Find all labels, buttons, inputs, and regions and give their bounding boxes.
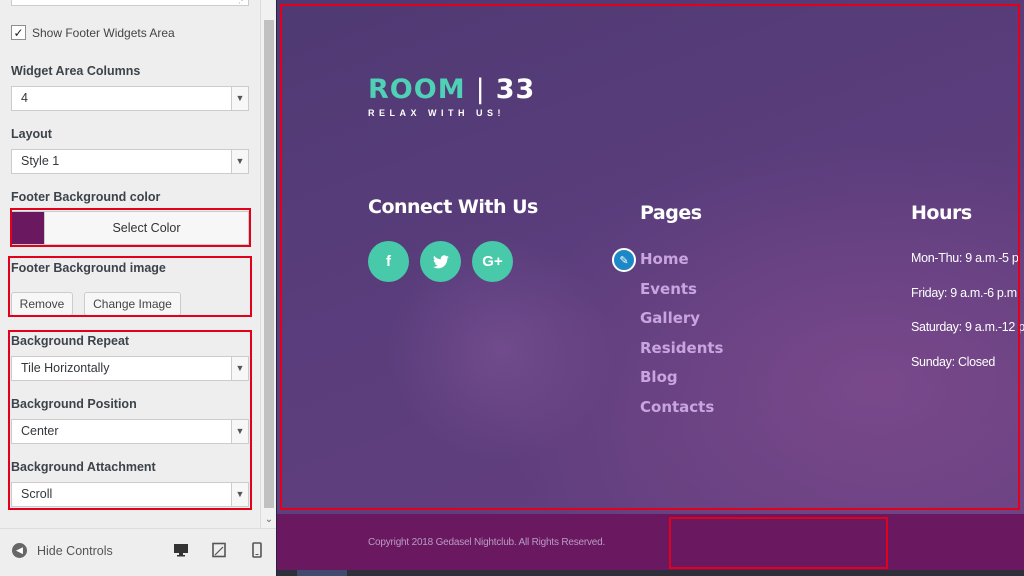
select-color-button[interactable]: Select Color (44, 212, 248, 244)
edit-pencil-icon[interactable]: ✎ (612, 248, 636, 272)
hours-item: Sunday: Closed (911, 354, 996, 369)
twitter-icon[interactable] (420, 241, 461, 282)
change-image-button[interactable]: Change Image (84, 292, 181, 316)
show-footer-widgets-label: Show Footer Widgets Area (32, 25, 175, 40)
chevron-down-icon[interactable]: ▼ (231, 357, 248, 380)
chevron-down-icon[interactable]: ▼ (231, 150, 248, 173)
color-swatch[interactable] (12, 212, 44, 244)
strip-tab (297, 570, 347, 576)
pages-menu: Home Events Gallery Residents Blog Conta… (640, 248, 723, 426)
mobile-preview-icon[interactable] (249, 542, 265, 558)
logo-number-text: 33 (495, 74, 536, 105)
tablet-preview-icon[interactable] (211, 542, 227, 558)
bg-repeat-value: Tile Horizontally (21, 361, 110, 375)
remove-image-button[interactable]: Remove (11, 292, 73, 316)
logo-separator: | (475, 74, 486, 105)
facebook-icon[interactable]: f (368, 241, 409, 282)
widget-columns-select[interactable]: 4 ▼ (11, 86, 249, 111)
collapse-arrow-icon: ◀ (12, 543, 27, 558)
scroll-down-arrow-icon[interactable]: ⌄ (264, 514, 274, 526)
layout-label: Layout (11, 127, 52, 141)
page-link-events[interactable]: Events (640, 278, 723, 308)
widget-columns-label: Widget Area Columns (11, 64, 141, 78)
bg-attachment-label: Background Attachment (11, 460, 156, 474)
bg-repeat-select[interactable]: Tile Horizontally ▼ (11, 356, 249, 381)
show-footer-widgets-checkbox[interactable]: ✓ (11, 25, 26, 40)
page-link-residents[interactable]: Residents (640, 337, 723, 367)
site-logo[interactable]: ROOM | 33 RELAX WITH US! (368, 74, 535, 118)
hours-item: Saturday: 9 a.m.-12 p (911, 320, 1024, 334)
hours-item: Mon-Thu: 9 a.m.-5 p (911, 251, 1019, 265)
pages-title: Pages (640, 202, 702, 224)
social-links: f G+ (368, 241, 513, 282)
bottom-strip (277, 570, 1024, 576)
hours-title: Hours (911, 202, 972, 224)
footer-bg-image-label: Footer Background image (11, 261, 166, 275)
scroll-thumb[interactable] (264, 20, 274, 508)
customizer-sidebar: ⋰ ✓ Show Footer Widgets Area Widget Area… (0, 0, 276, 576)
logo-tagline: RELAX WITH US! (368, 108, 505, 118)
show-footer-widgets-row[interactable]: ✓ Show Footer Widgets Area (11, 25, 175, 40)
bg-repeat-label: Background Repeat (11, 334, 130, 348)
layout-value: Style 1 (21, 154, 60, 168)
hide-controls-button[interactable]: ◀ Hide Controls (12, 543, 113, 558)
google-plus-icon[interactable]: G+ (472, 241, 513, 282)
logo-room-text: ROOM (368, 74, 466, 105)
chevron-down-icon[interactable]: ▼ (231, 87, 248, 110)
footer-bg-color-label: Footer Background color (11, 190, 161, 204)
widget-columns-value: 4 (21, 91, 28, 105)
connect-title: Connect With Us (368, 196, 538, 218)
footer-widgets-area: ROOM | 33 RELAX WITH US! Connect With Us… (277, 0, 1024, 514)
desktop-preview-icon[interactable] (173, 542, 189, 558)
chevron-down-icon[interactable]: ▼ (231, 483, 248, 506)
layout-select[interactable]: Style 1 ▼ (11, 149, 249, 174)
site-preview: ROOM | 33 RELAX WITH US! Connect With Us… (277, 0, 1024, 576)
chevron-down-icon[interactable]: ▼ (231, 420, 248, 443)
page-link-blog[interactable]: Blog (640, 366, 723, 396)
customizer-panel: ⋰ ✓ Show Footer Widgets Area Widget Area… (0, 0, 260, 528)
footer-bg-color-picker[interactable]: Select Color (11, 211, 249, 245)
page-link-gallery[interactable]: Gallery (640, 307, 723, 337)
bg-position-value: Center (21, 424, 59, 438)
resize-handle-icon[interactable]: ⋰ (238, 0, 246, 5)
bg-attachment-select[interactable]: Scroll ▼ (11, 482, 249, 507)
bg-position-label: Background Position (11, 397, 137, 411)
sidebar-scrollbar[interactable]: ⌄ (260, 0, 276, 528)
customizer-footer-bar: ◀ Hide Controls (0, 528, 276, 576)
hide-controls-label: Hide Controls (37, 543, 113, 558)
bg-attachment-value: Scroll (21, 487, 53, 501)
hours-item: Friday: 9 a.m.-6 p.m (911, 285, 1017, 300)
copyright-text: Copyright 2018 Gedasel Nightclub. All Ri… (368, 537, 606, 548)
page-link-home[interactable]: Home (640, 248, 723, 278)
bg-position-select[interactable]: Center ▼ (11, 419, 249, 444)
page-link-contacts[interactable]: Contacts (640, 396, 723, 426)
hours-list: Mon-Thu: 9 a.m.-5 p Friday: 9 a.m.-6 p.m… (911, 250, 1024, 388)
textarea-field[interactable]: ⋰ (11, 0, 249, 6)
